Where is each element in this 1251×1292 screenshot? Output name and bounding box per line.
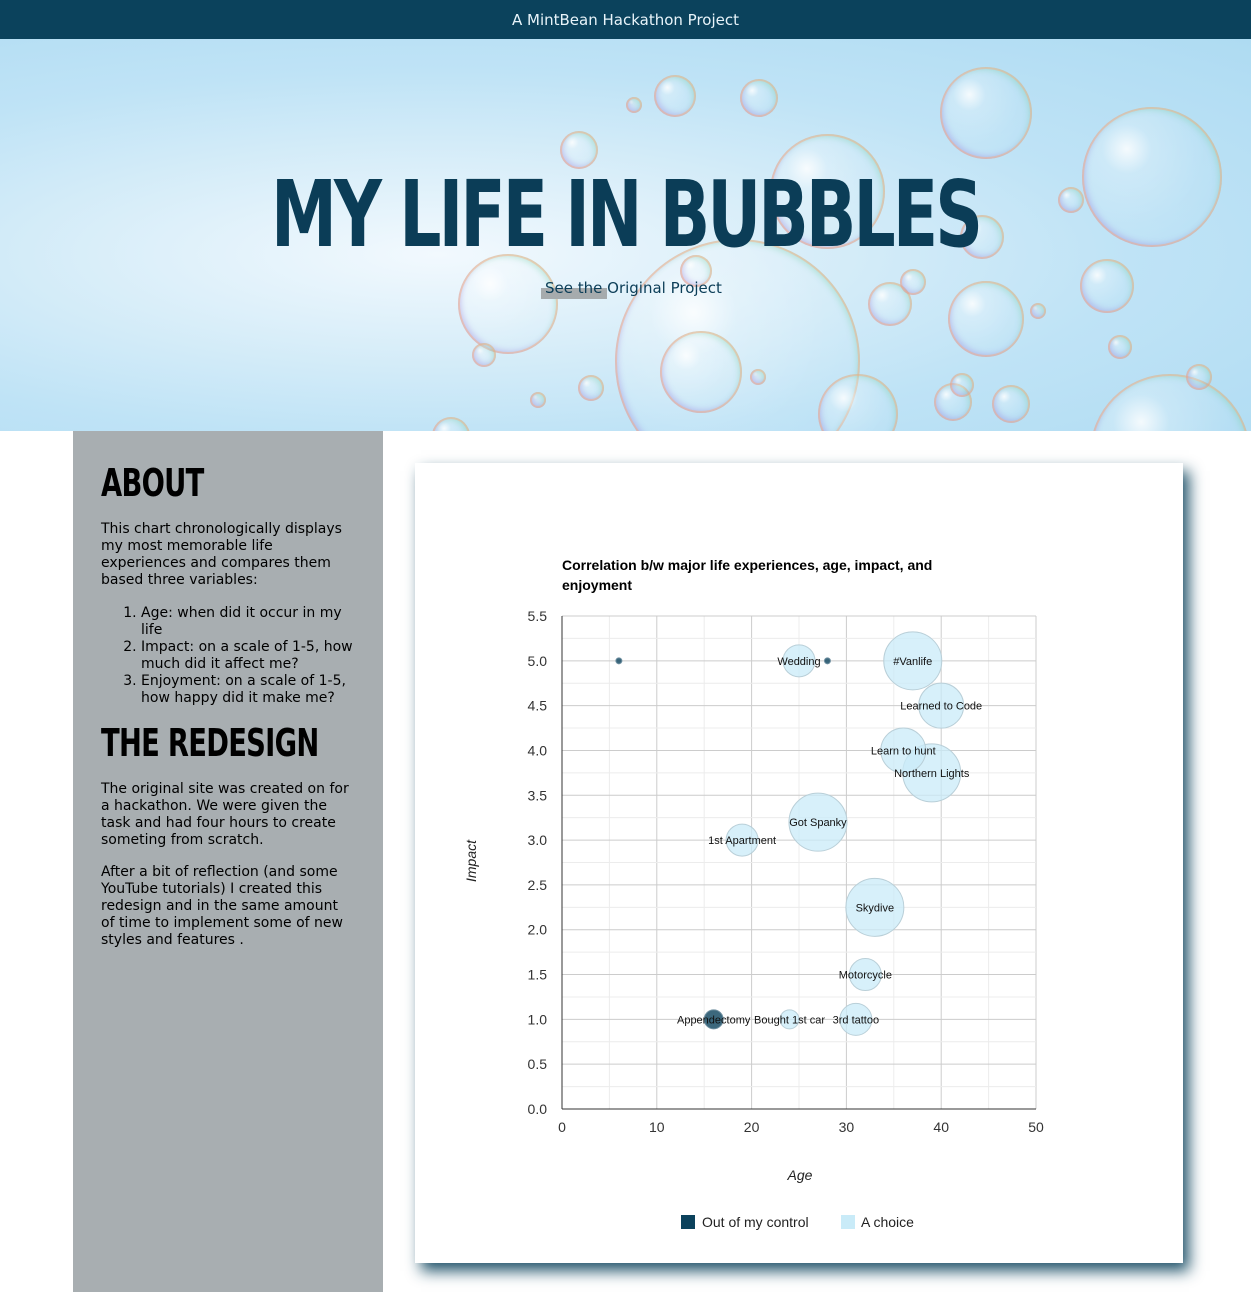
decor-bubble bbox=[654, 75, 696, 117]
data-label: Learned to Code bbox=[900, 701, 982, 713]
data-bubble bbox=[615, 657, 623, 665]
y-axis-title: Impact bbox=[463, 839, 479, 882]
redesign-paragraph-1: The original site was created on for a h… bbox=[101, 781, 349, 848]
x-tick-label: 40 bbox=[933, 1119, 949, 1135]
decor-bubble bbox=[458, 254, 558, 354]
list-item: Impact: on a scale of 1-5, how much did … bbox=[141, 639, 355, 673]
y-tick-label: 2.5 bbox=[528, 877, 548, 893]
decor-bubble bbox=[578, 375, 604, 401]
y-tick-label: 0.5 bbox=[528, 1056, 548, 1072]
data-label: Got Spanky bbox=[789, 817, 847, 829]
legend: Out of my control A choice bbox=[681, 1214, 914, 1230]
y-tick-label: 5.0 bbox=[528, 653, 548, 669]
x-tick-label: 20 bbox=[744, 1119, 760, 1135]
about-text: This chart chronologically displays my m… bbox=[101, 521, 342, 588]
y-tick-label: 0.0 bbox=[528, 1101, 548, 1117]
decor-bubble bbox=[992, 385, 1030, 423]
y-tick-label: 4.0 bbox=[528, 742, 548, 758]
list-item: Age: when did it occur in my life bbox=[141, 605, 355, 639]
x-tick-label: 0 bbox=[558, 1119, 566, 1135]
data-label: Appendectomy bbox=[677, 1014, 751, 1026]
decor-bubble bbox=[626, 97, 642, 113]
decor-bubble bbox=[1030, 303, 1046, 319]
data-label: 1st Apartment bbox=[708, 835, 776, 847]
top-banner: A MintBean Hackathon Project bbox=[0, 0, 1251, 39]
decor-bubble bbox=[1090, 374, 1250, 431]
data-label: #Vanlife bbox=[893, 656, 932, 668]
about-heading: ABOUT bbox=[101, 461, 204, 505]
decor-bubble bbox=[740, 79, 778, 117]
legend-label-out-of-control: Out of my control bbox=[702, 1214, 809, 1230]
data-label: Skydive bbox=[856, 902, 895, 914]
list-item: Enjoyment: on a scale of 1-5, how happy … bbox=[141, 673, 355, 707]
legend-label-a-choice: A choice bbox=[861, 1214, 914, 1230]
redesign-paragraph-2: After a bit of reflection (and some YouT… bbox=[101, 864, 343, 948]
variables-list: Age: when did it occur in my life Impact… bbox=[101, 605, 355, 707]
y-tick-label: 3.5 bbox=[528, 787, 548, 803]
decor-bubble bbox=[750, 369, 766, 385]
sidebar: ABOUT This chart chronologically display… bbox=[73, 431, 383, 1292]
decor-bubble bbox=[1108, 335, 1132, 359]
bubble-chart: 0 10 20 30 40 50 0.0 0.5 1.0 1.5 2.0 2.5 3.0 3.5 4.0 4.… bbox=[463, 557, 1044, 1230]
page-title: MY LIFE IN BUBBLES bbox=[270, 161, 983, 268]
data-label: Northern Lights bbox=[894, 768, 970, 780]
decor-bubble bbox=[660, 331, 742, 413]
chart-card: 0 10 20 30 40 50 0.0 0.5 1.0 1.5 2.0 2.5 3.0 3.5 4.0 4.… bbox=[415, 463, 1183, 1263]
decor-bubble bbox=[900, 269, 926, 295]
redesign-heading: THE REDESIGN bbox=[101, 721, 319, 765]
x-tick-label: 50 bbox=[1028, 1119, 1044, 1135]
data-bubble bbox=[823, 657, 831, 665]
decor-bubble bbox=[472, 343, 496, 367]
x-tick-label: 30 bbox=[839, 1119, 855, 1135]
y-tick-label: 1.5 bbox=[528, 967, 548, 983]
y-tick-label: 5.5 bbox=[528, 608, 548, 624]
decor-bubble bbox=[1186, 364, 1212, 390]
decor-bubble bbox=[1082, 107, 1222, 247]
legend-swatch-a-choice bbox=[841, 1215, 855, 1229]
data-label: Bought 1st car bbox=[754, 1014, 825, 1026]
banner-text: A MintBean Hackathon Project bbox=[511, 10, 739, 29]
y-tick-label: 3.0 bbox=[528, 832, 548, 848]
chart-title-line-2: enjoyment bbox=[562, 577, 632, 593]
y-tick-label: 2.0 bbox=[528, 922, 548, 938]
decor-bubble bbox=[940, 67, 1032, 159]
decor-bubble bbox=[948, 281, 1024, 357]
y-tick-label: 1.0 bbox=[528, 1011, 548, 1027]
chart-title-line-1: Correlation b/w major life experiences, … bbox=[562, 557, 932, 573]
data-label: Motorcycle bbox=[839, 970, 892, 982]
data-label: Wedding bbox=[777, 656, 820, 668]
y-tick-label: 4.5 bbox=[528, 698, 548, 714]
data-label: Learn to hunt bbox=[871, 745, 936, 757]
legend-swatch-out-of-control bbox=[681, 1215, 695, 1229]
decor-bubble bbox=[950, 373, 974, 397]
original-project-link[interactable]: See the Original Project bbox=[545, 279, 722, 297]
x-tick-label: 10 bbox=[649, 1119, 665, 1135]
x-axis-title: Age bbox=[787, 1167, 813, 1183]
decor-bubble bbox=[432, 417, 470, 431]
data-label: 3rd tattoo bbox=[833, 1014, 879, 1026]
decor-bubble bbox=[530, 392, 546, 408]
decor-bubble bbox=[1080, 259, 1134, 313]
hero-section: MY LIFE IN BUBBLES See the Original Proj… bbox=[0, 39, 1251, 431]
